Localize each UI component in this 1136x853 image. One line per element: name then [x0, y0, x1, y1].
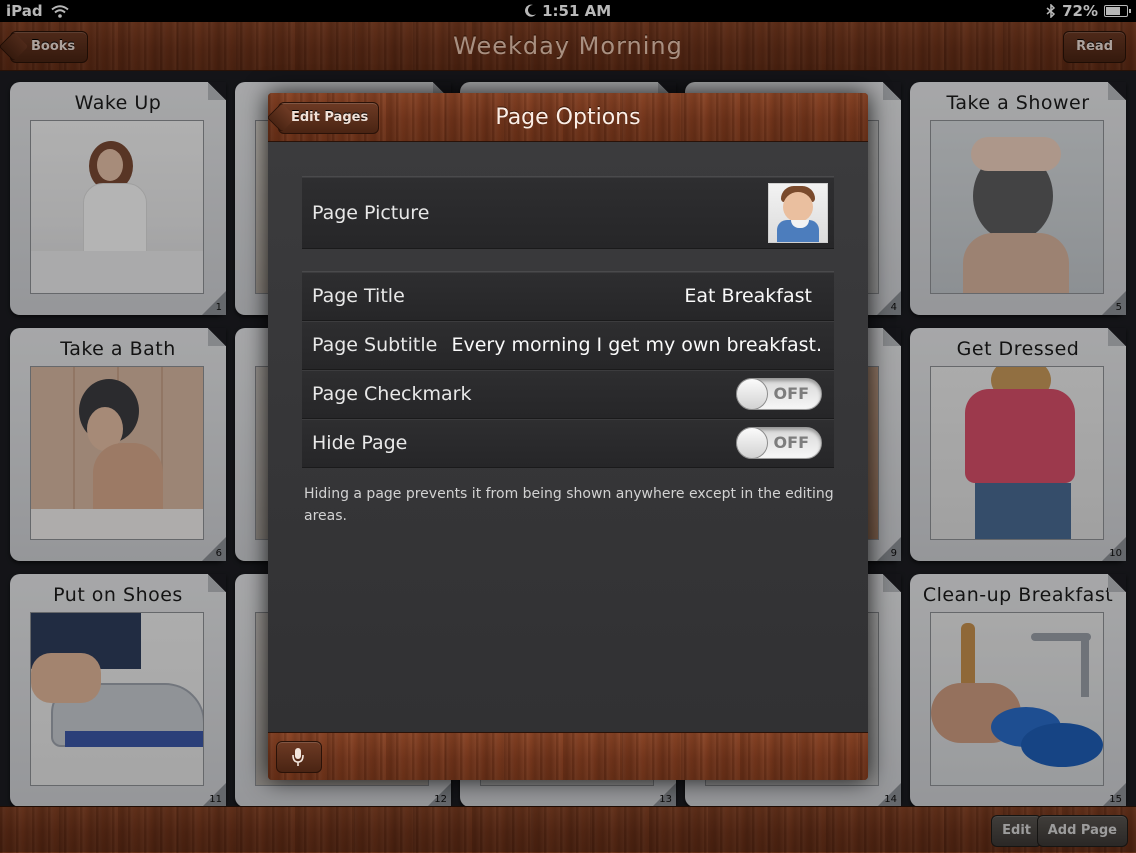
- modal-title: Page Options: [495, 105, 641, 130]
- page-picture-group: Page Picture: [302, 176, 834, 249]
- hide-page-label: Hide Page: [312, 432, 408, 454]
- hide-page-toggle[interactable]: OFF: [736, 427, 822, 459]
- page-checkmark-row: Page Checkmark OFF: [302, 370, 834, 419]
- toggle-state: OFF: [773, 384, 809, 403]
- microphone-icon: [292, 748, 304, 766]
- page-subtitle-value[interactable]: Every morning I get my own breakfast.: [451, 334, 822, 356]
- hide-page-row: Hide Page OFF: [302, 419, 834, 468]
- page-title-value[interactable]: Eat Breakfast: [684, 285, 812, 307]
- page-title-row[interactable]: Page Title Eat Breakfast: [302, 272, 834, 321]
- page-picture-thumbnail[interactable]: [768, 183, 828, 243]
- page-subtitle-label: Page Subtitle: [312, 334, 438, 356]
- page-title-label: Page Title: [312, 285, 405, 307]
- page-checkmark-label: Page Checkmark: [312, 383, 472, 405]
- modal-footer: [268, 732, 868, 780]
- hide-page-help-text: Hiding a page prevents it from being sho…: [304, 486, 834, 524]
- page-options-modal: Edit Pages Page Options Page Picture Pag…: [268, 93, 868, 780]
- page-checkmark-toggle[interactable]: OFF: [736, 378, 822, 410]
- page-picture-label: Page Picture: [312, 202, 430, 224]
- toggle-state: OFF: [773, 433, 809, 452]
- modal-header: Edit Pages Page Options: [268, 93, 868, 142]
- page-picture-row[interactable]: Page Picture: [302, 176, 834, 249]
- record-audio-button[interactable]: [276, 741, 322, 773]
- page-subtitle-row[interactable]: Page Subtitle Every morning I get my own…: [302, 321, 834, 370]
- page-fields-group: Page Title Eat Breakfast Page Subtitle E…: [302, 271, 834, 468]
